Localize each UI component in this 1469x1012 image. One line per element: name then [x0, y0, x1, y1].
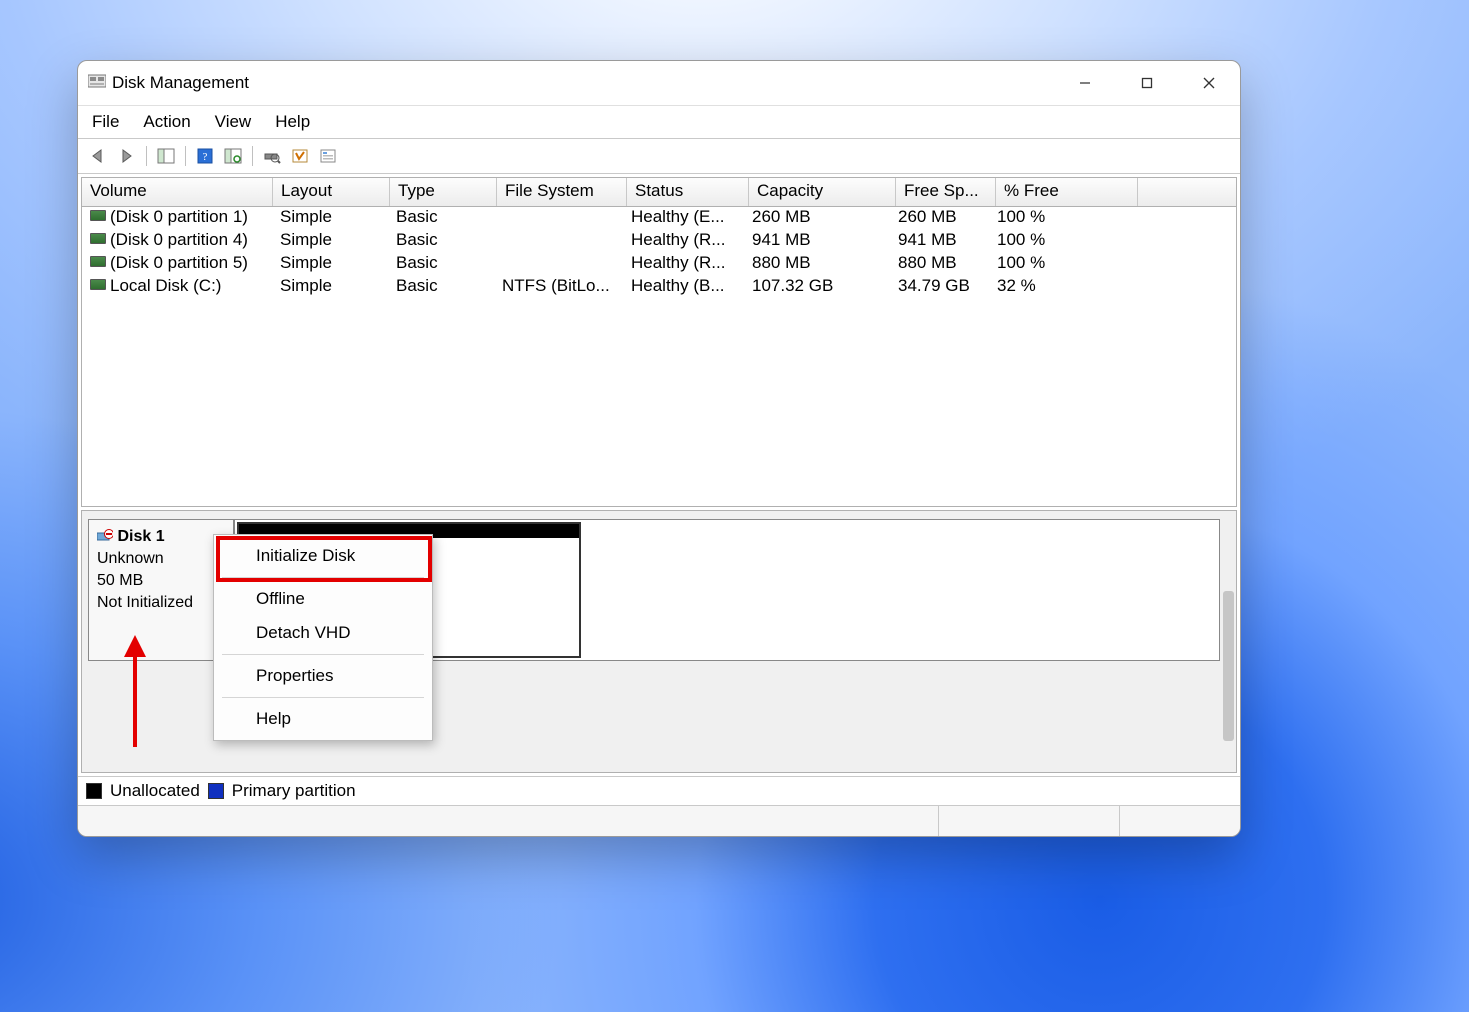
maximize-button[interactable]	[1116, 61, 1178, 105]
help-button[interactable]: ?	[192, 143, 218, 169]
column-header-volume[interactable]: Volume	[82, 178, 273, 206]
forward-button[interactable]	[114, 143, 140, 169]
column-header-type[interactable]: Type	[390, 178, 497, 206]
volume-row[interactable]: (Disk 0 partition 5)SimpleBasicHealthy (…	[82, 253, 1236, 276]
context-menu-separator	[222, 697, 424, 698]
volume-row[interactable]: Local Disk (C:)SimpleBasicNTFS (BitLo...…	[82, 276, 1236, 299]
column-header-freespace[interactable]: Free Sp...	[896, 178, 996, 206]
app-icon	[88, 73, 106, 94]
menubar: File Action View Help	[78, 106, 1240, 139]
action-button[interactable]	[287, 143, 313, 169]
window-title: Disk Management	[112, 73, 249, 93]
context-menu-separator	[222, 577, 424, 578]
disk-name: Disk 1	[117, 528, 164, 545]
disk-type: Unknown	[97, 550, 164, 567]
volume-row[interactable]: (Disk 0 partition 1)SimpleBasicHealthy (…	[82, 207, 1236, 230]
volume-list[interactable]: Volume Layout Type File System Status Ca…	[81, 177, 1237, 507]
legend: Unallocated Primary partition	[78, 776, 1240, 805]
back-button[interactable]	[86, 143, 112, 169]
svg-text:?: ?	[203, 151, 208, 163]
window-controls	[1054, 61, 1240, 105]
toolbar-separator	[146, 146, 147, 166]
legend-swatch-primary	[208, 783, 224, 799]
volume-row[interactable]: (Disk 0 partition 4)SimpleBasicHealthy (…	[82, 230, 1236, 253]
vertical-scrollbar[interactable]	[1221, 511, 1236, 772]
volume-icon	[90, 233, 106, 244]
titlebar: Disk Management	[78, 61, 1240, 106]
context-menu-item-detach-vhd[interactable]: Detach VHD	[214, 616, 432, 650]
context-menu-item-properties[interactable]: Properties	[214, 659, 432, 693]
legend-label-primary: Primary partition	[232, 781, 356, 801]
status-bar	[78, 805, 1240, 836]
volume-list-header: Volume Layout Type File System Status Ca…	[82, 178, 1236, 207]
rescan-button[interactable]	[259, 143, 285, 169]
volume-icon	[90, 210, 106, 221]
toolbar-separator	[252, 146, 253, 166]
legend-label-unallocated: Unallocated	[110, 781, 200, 801]
context-menu-item-help[interactable]: Help	[214, 702, 432, 736]
show-hide-console-tree-button[interactable]	[153, 143, 179, 169]
column-header-filesystem[interactable]: File System	[497, 178, 627, 206]
properties-button[interactable]	[315, 143, 341, 169]
context-menu-separator	[222, 654, 424, 655]
toolbar: ?	[78, 139, 1240, 174]
column-header-pctfree[interactable]: % Free	[996, 178, 1138, 206]
close-button[interactable]	[1178, 61, 1240, 105]
context-menu-item-initialize-disk[interactable]: Initialize Disk	[214, 539, 432, 573]
context-menu-item-offline[interactable]: Offline	[214, 582, 432, 616]
menu-file[interactable]: File	[92, 112, 119, 132]
toolbar-separator	[185, 146, 186, 166]
disk-size: 50 MB	[97, 572, 143, 589]
column-header-status[interactable]: Status	[627, 178, 749, 206]
menu-action[interactable]: Action	[143, 112, 190, 132]
disk-context-menu: Initialize Disk OfflineDetach VHD Properti…	[213, 534, 433, 741]
menu-view[interactable]: View	[215, 112, 252, 132]
legend-swatch-unallocated	[86, 783, 102, 799]
volume-icon	[90, 279, 106, 290]
refresh-button[interactable]	[220, 143, 246, 169]
disk-status-icon	[97, 528, 117, 545]
column-header-layout[interactable]: Layout	[273, 178, 390, 206]
disk-state: Not Initialized	[97, 594, 193, 611]
menu-help[interactable]: Help	[275, 112, 310, 132]
volume-icon	[90, 256, 106, 267]
minimize-button[interactable]	[1054, 61, 1116, 105]
column-header-capacity[interactable]: Capacity	[749, 178, 896, 206]
scrollbar-thumb[interactable]	[1223, 591, 1234, 741]
